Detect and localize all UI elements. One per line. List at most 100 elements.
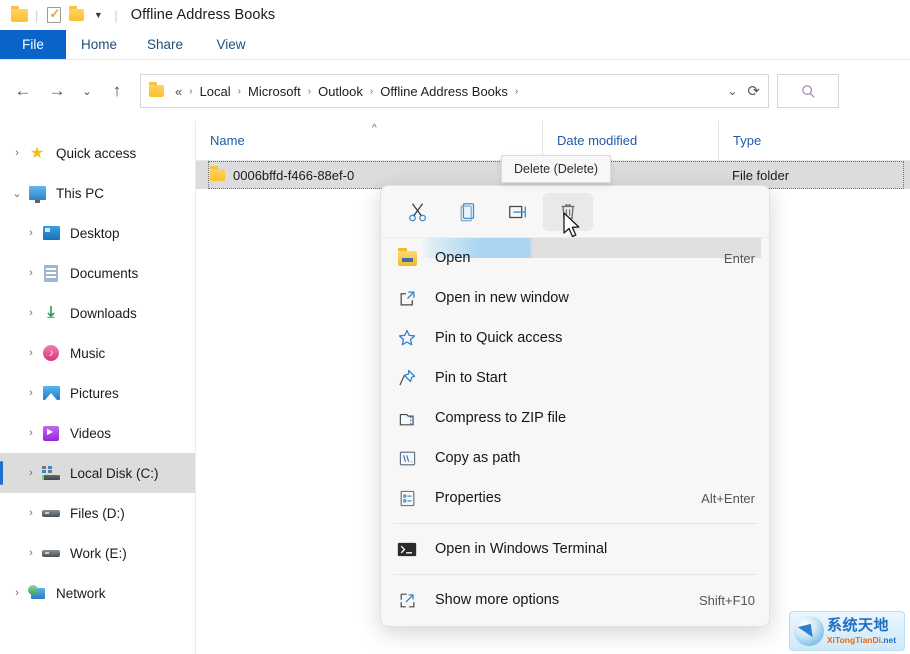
- new-folder-icon[interactable]: [65, 4, 87, 26]
- chevron-right-icon[interactable]: ›: [8, 147, 26, 159]
- breadcrumb-item-local[interactable]: Local: [197, 83, 234, 100]
- sidebar-item-this-pc[interactable]: ⌄ This PC: [0, 173, 195, 213]
- breadcrumb-sep-2: ›: [308, 86, 311, 97]
- folder-icon[interactable]: [8, 4, 30, 26]
- sidebar-item-label: Desktop: [70, 226, 120, 241]
- menu-item-copy-as-path[interactable]: Copy as path: [381, 438, 769, 478]
- context-menu-toolbar: [381, 186, 769, 238]
- sidebar-item-videos[interactable]: › Videos: [0, 413, 195, 453]
- sidebar-item-quick-access[interactable]: › ★ Quick access: [0, 133, 195, 173]
- chevron-right-icon[interactable]: ›: [22, 227, 40, 239]
- chevron-right-icon[interactable]: ›: [22, 467, 40, 479]
- tab-home[interactable]: Home: [66, 30, 132, 59]
- search-input[interactable]: [777, 74, 839, 108]
- menu-item-properties[interactable]: Properties Alt+Enter: [381, 478, 769, 518]
- sidebar-item-pictures[interactable]: › Pictures: [0, 373, 195, 413]
- sidebar-item-work-e[interactable]: › Work (E:): [0, 533, 195, 573]
- chevron-down-icon[interactable]: ⌄: [8, 187, 26, 200]
- documents-icon: [40, 263, 62, 283]
- recent-locations-button[interactable]: ⌄: [74, 74, 100, 108]
- sidebar-item-label: Pictures: [70, 386, 119, 401]
- sidebar-item-downloads[interactable]: › ⤓ Downloads: [0, 293, 195, 333]
- refresh-icon[interactable]: ⟳: [747, 82, 760, 100]
- watermark-latin: XiTongTianDi.net: [827, 636, 896, 645]
- file-explorer-window: | ▼ | Offline Address Books File Home Sh…: [0, 0, 910, 654]
- window-title: Offline Address Books: [131, 7, 276, 23]
- breadcrumb-item-microsoft[interactable]: Microsoft: [245, 83, 304, 100]
- menu-item-open[interactable]: Open Enter: [381, 238, 769, 278]
- breadcrumb-sep-0: ›: [189, 86, 192, 97]
- sidebar-item-label: Music: [70, 346, 105, 361]
- menu-item-label: Open in Windows Terminal: [435, 541, 755, 557]
- chevron-right-icon[interactable]: ›: [22, 307, 40, 319]
- menu-item-open-in-new-window[interactable]: Open in new window: [381, 278, 769, 318]
- watermark-logo: 系统天地 XiTongTianDi.net: [789, 611, 905, 651]
- copy-button[interactable]: [443, 193, 493, 231]
- chevron-down-icon[interactable]: ⌄: [727, 84, 737, 98]
- watermark-latin-left: XiTongTianDi: [827, 635, 881, 645]
- column-header-type[interactable]: Type: [718, 121, 838, 160]
- scissors-icon: [407, 201, 429, 223]
- rename-icon: [507, 201, 529, 223]
- back-button[interactable]: ←: [6, 74, 40, 108]
- column-header-name[interactable]: Name ^: [196, 121, 542, 160]
- menu-item-shortcut: Shift+F10: [699, 593, 755, 608]
- context-menu[interactable]: Open Enter Open in new window Pin to Qui…: [380, 185, 770, 627]
- chevron-right-icon[interactable]: ›: [22, 427, 40, 439]
- menu-item-pin-to-start[interactable]: Pin to Start: [381, 358, 769, 398]
- drive-icon: [40, 503, 62, 523]
- tab-view[interactable]: View: [198, 30, 264, 59]
- tab-share[interactable]: Share: [132, 30, 198, 59]
- sidebar-item-label: Quick access: [56, 146, 136, 161]
- menu-item-open-in-windows-terminal[interactable]: Open in Windows Terminal: [381, 529, 769, 569]
- chevron-right-icon[interactable]: ›: [22, 547, 40, 559]
- sidebar-item-network[interactable]: › Network: [0, 573, 195, 613]
- sidebar-item-documents[interactable]: › Documents: [0, 253, 195, 293]
- up-button[interactable]: ↑: [100, 74, 134, 108]
- zip-icon: [395, 407, 419, 429]
- customize-chevron-icon[interactable]: ▼: [87, 4, 109, 26]
- computer-icon: [26, 183, 48, 203]
- sidebar-item-label: Local Disk (C:): [70, 466, 159, 481]
- navigation-pane[interactable]: › ★ Quick access ⌄ This PC › Desktop › D…: [0, 121, 196, 654]
- title-bar: | ▼ | Offline Address Books: [0, 0, 910, 30]
- sidebar-item-local-disk-c[interactable]: › Local Disk (C:): [0, 453, 195, 493]
- navigation-bar: ← → ⌄ ↑ « › Local › Microsoft › Outlook …: [0, 61, 910, 121]
- cut-button[interactable]: [393, 193, 443, 231]
- column-header-label: Date modified: [557, 133, 637, 148]
- chevron-right-icon[interactable]: ›: [22, 267, 40, 279]
- address-bar[interactable]: « › Local › Microsoft › Outlook › Offlin…: [140, 74, 769, 108]
- forward-button[interactable]: →: [40, 74, 74, 108]
- folder-icon: [210, 169, 225, 181]
- pictures-icon: [40, 383, 62, 403]
- breadcrumb-prefix: «: [172, 83, 185, 100]
- file-name-label: 0006bffd-f466-88ef-0: [233, 168, 354, 183]
- sidebar-item-label: Network: [56, 586, 106, 601]
- chevron-right-icon[interactable]: ›: [22, 347, 40, 359]
- menu-item-label: Copy as path: [435, 450, 755, 466]
- sidebar-item-desktop[interactable]: › Desktop: [0, 213, 195, 253]
- menu-item-label: Properties: [435, 490, 701, 506]
- watermark-chinese: 系统天地: [827, 618, 896, 633]
- chevron-right-icon[interactable]: ›: [8, 587, 26, 599]
- menu-separator: [393, 523, 757, 524]
- chevron-right-icon[interactable]: ›: [22, 507, 40, 519]
- chevron-right-icon[interactable]: ›: [22, 387, 40, 399]
- menu-item-show-more-options[interactable]: Show more options Shift+F10: [381, 580, 769, 620]
- breadcrumb-sep-3: ›: [370, 86, 373, 97]
- tab-file[interactable]: File: [0, 30, 66, 59]
- titlebar-divider: |: [35, 8, 38, 23]
- menu-item-compress-to-zip-file[interactable]: Compress to ZIP file: [381, 398, 769, 438]
- rename-button[interactable]: [493, 193, 543, 231]
- network-icon: [26, 583, 48, 603]
- sidebar-item-music[interactable]: › ♪ Music: [0, 333, 195, 373]
- menu-item-pin-to-quick-access[interactable]: Pin to Quick access: [381, 318, 769, 358]
- copy-icon: [457, 201, 479, 223]
- sort-ascending-icon: ^: [372, 123, 377, 134]
- delete-button[interactable]: [543, 193, 593, 231]
- breadcrumb-item-offline-address-books[interactable]: Offline Address Books: [377, 83, 511, 100]
- breadcrumb-item-outlook[interactable]: Outlook: [315, 83, 366, 100]
- sidebar-item-files-d[interactable]: › Files (D:): [0, 493, 195, 533]
- properties-icon[interactable]: [43, 4, 65, 26]
- menu-item-label: Pin to Quick access: [435, 330, 755, 346]
